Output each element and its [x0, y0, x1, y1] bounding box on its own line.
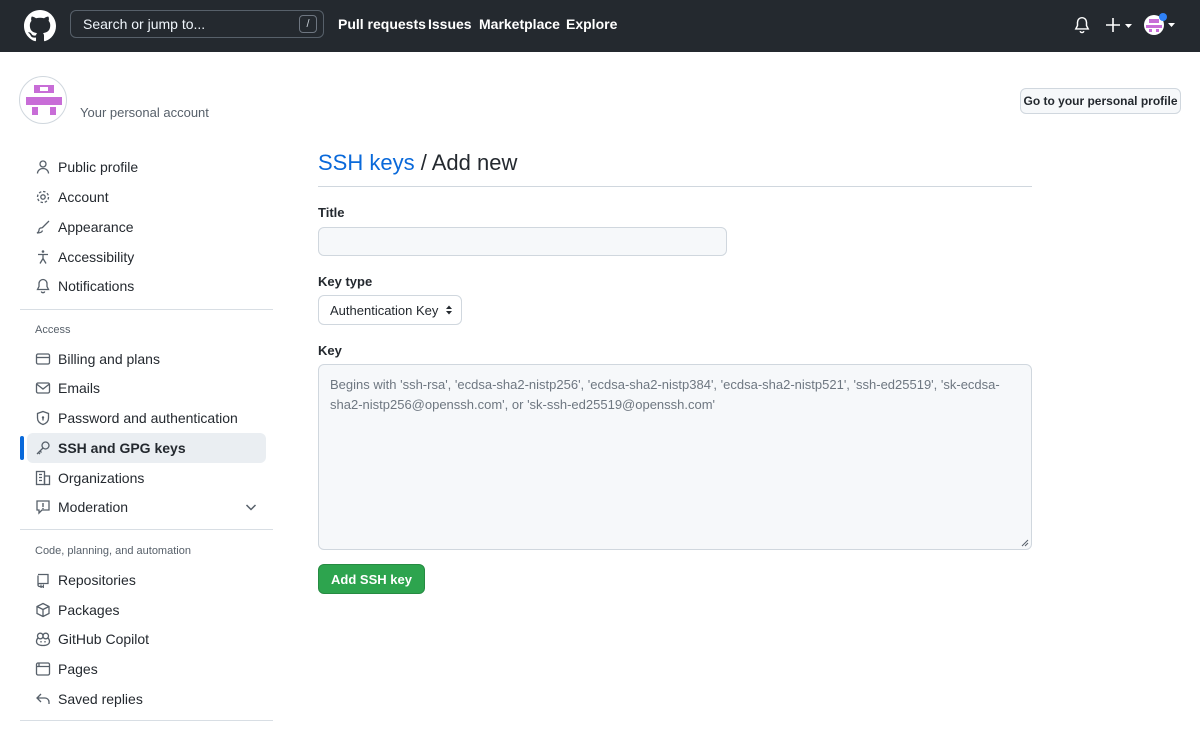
key-type-label: Key type: [318, 274, 373, 289]
create-new-dropdown-icon[interactable]: [1104, 14, 1134, 36]
sidebar-item-label: GitHub Copilot: [58, 631, 150, 647]
accessibility-icon: [35, 249, 51, 265]
breadcrumb-separator: /: [420, 150, 427, 175]
title-label: Title: [318, 205, 345, 220]
sidebar-heading-code-planning: Code, planning, and automation: [35, 545, 191, 557]
sidebar-item-label: Saved replies: [58, 691, 143, 707]
go-to-profile-button[interactable]: Go to your personal profile: [1020, 88, 1181, 114]
search-placeholder: Search or jump to...: [83, 16, 206, 32]
search-shortcut-key: /: [299, 15, 317, 33]
reply-icon: [35, 691, 51, 707]
sidebar-item-password-authentication[interactable]: Password and authentication: [27, 403, 266, 433]
person-icon: [35, 159, 51, 175]
sidebar-item-label: Moderation: [58, 499, 129, 515]
title-input[interactable]: [318, 227, 727, 256]
sidebar-item-label: Public profile: [58, 159, 139, 175]
sidebar-item-copilot[interactable]: GitHub Copilot: [27, 624, 266, 654]
sidebar-item-label: Appearance: [58, 219, 134, 235]
select-arrows-icon: [446, 305, 452, 315]
sidebar-item-pages[interactable]: Pages: [27, 654, 266, 684]
paintbrush-icon: [35, 219, 51, 235]
sidebar-item-account[interactable]: Account: [27, 182, 266, 212]
key-label: Key: [318, 343, 342, 358]
sidebar-item-moderation[interactable]: Moderation: [27, 492, 266, 522]
user-avatar-menu-icon[interactable]: [1143, 13, 1177, 37]
shield-lock-icon: [35, 410, 51, 426]
gear-icon: [35, 189, 51, 205]
nav-marketplace[interactable]: Marketplace: [479, 16, 560, 32]
sidebar-item-billing[interactable]: Billing and plans: [27, 344, 266, 374]
search-input[interactable]: Search or jump to... /: [70, 10, 324, 38]
sidebar-divider: [20, 309, 273, 310]
chevron-down-icon[interactable]: [244, 500, 258, 514]
report-icon: [35, 499, 51, 515]
sidebar-item-label: Organizations: [58, 470, 145, 486]
sidebar-item-label: Password and authentication: [58, 410, 238, 426]
active-item-indicator: [20, 436, 24, 460]
sidebar-item-packages[interactable]: Packages: [27, 595, 266, 625]
bell-icon: [35, 278, 51, 294]
sidebar-item-saved-replies[interactable]: Saved replies: [27, 684, 266, 714]
nav-pull-requests[interactable]: Pull requests: [338, 16, 426, 32]
top-header: Search or jump to... / Pull requests Iss…: [0, 0, 1200, 52]
sidebar-item-label: Notifications: [58, 278, 135, 294]
sidebar-item-repositories[interactable]: Repositories: [27, 565, 266, 595]
sidebar-heading-access: Access: [35, 324, 71, 336]
sidebar-item-label: Repositories: [58, 572, 136, 588]
personal-account-label: Your personal account: [80, 105, 209, 120]
sidebar-item-label: SSH and GPG keys: [58, 440, 186, 456]
organization-icon: [35, 470, 51, 486]
key-type-select[interactable]: Authentication Key: [318, 295, 462, 325]
sidebar-divider: [20, 529, 273, 530]
sidebar-item-label: Emails: [58, 380, 101, 396]
sidebar-divider: [20, 720, 273, 721]
sidebar-item-emails[interactable]: Emails: [27, 373, 266, 403]
nav-explore[interactable]: Explore: [566, 16, 617, 32]
sidebar-item-appearance[interactable]: Appearance: [27, 212, 266, 242]
repo-icon: [35, 572, 51, 588]
title-divider: [318, 186, 1032, 187]
notifications-bell-icon[interactable]: [1073, 16, 1091, 34]
sidebar-item-notifications[interactable]: Notifications: [27, 271, 266, 301]
credit-card-icon: [35, 351, 51, 367]
sidebar-item-label: Packages: [58, 602, 120, 618]
mail-icon: [35, 380, 51, 396]
breadcrumb-ssh-keys-link[interactable]: SSH keys: [318, 150, 415, 175]
breadcrumb-current: Add new: [431, 150, 518, 175]
sidebar-item-ssh-gpg-keys[interactable]: SSH and GPG keys: [27, 433, 266, 463]
resize-handle-icon[interactable]: [1021, 539, 1029, 547]
nav-issues[interactable]: Issues: [428, 16, 472, 32]
sidebar-item-label: Accessibility: [58, 249, 135, 265]
account-avatar: [19, 76, 67, 124]
key-type-selected-value: Authentication Key: [330, 302, 439, 318]
github-logo-icon[interactable]: [24, 10, 56, 42]
sidebar-item-accessibility[interactable]: Accessibility: [27, 242, 266, 272]
copilot-icon: [35, 631, 51, 647]
package-icon: [35, 602, 51, 618]
sidebar-item-label: Billing and plans: [58, 351, 160, 367]
sidebar-item-label: Account: [58, 189, 109, 205]
key-icon: [35, 440, 51, 456]
sidebar-item-label: Pages: [58, 661, 98, 677]
sidebar-item-organizations[interactable]: Organizations: [27, 463, 266, 493]
key-textarea[interactable]: Begins with 'ssh-rsa', 'ecdsa-sha2-nistp…: [318, 364, 1032, 550]
sidebar-item-public-profile[interactable]: Public profile: [27, 152, 266, 182]
add-ssh-key-button[interactable]: Add SSH key: [318, 564, 425, 594]
identicon-image: [26, 85, 62, 115]
key-placeholder: Begins with 'ssh-rsa', 'ecdsa-sha2-nistp…: [330, 377, 1000, 412]
browser-icon: [35, 661, 51, 677]
page-title: SSH keys / Add new: [318, 150, 517, 176]
